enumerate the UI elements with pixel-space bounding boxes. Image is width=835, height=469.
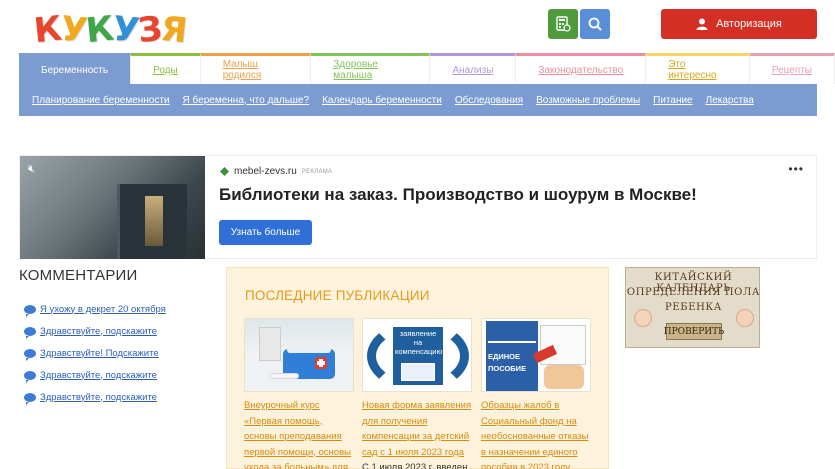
- speech-bubble-icon: [24, 370, 36, 383]
- tab-item[interactable]: Рецепты: [749, 53, 835, 84]
- publication-image-label: ЕДИНОЕ ПОСОБИЕ: [488, 352, 527, 373]
- publication-image[interactable]: [244, 318, 354, 392]
- ad-tag: РЕКЛАМА: [301, 168, 333, 175]
- comment-item[interactable]: Здравствуйте, подскажите: [24, 386, 166, 408]
- tab-item[interactable]: Анализы: [430, 53, 517, 84]
- ad-source[interactable]: mebel-zevs.ru РЕКЛАМА: [220, 166, 332, 177]
- subnav-link[interactable]: Питание: [653, 95, 692, 106]
- publication-excerpt: С 1 июля 2023 г. введен: [362, 462, 468, 469]
- baby-boy-icon: [634, 309, 652, 327]
- subnav-link[interactable]: Планирование беременности: [32, 95, 170, 106]
- check-button[interactable]: ПРОВЕРИТЬ: [664, 323, 724, 340]
- leaf-icon: [220, 167, 229, 176]
- main-tabs: Беременность Роды Малыш родился Здоровье ма…: [19, 53, 835, 84]
- tab-item[interactable]: Это интересно: [646, 53, 750, 84]
- speaker-muted-icon[interactable]: 🔇︎: [28, 163, 35, 176]
- login-button[interactable]: Авторизация: [661, 9, 817, 39]
- site-logo[interactable]: КУКУЗЯ: [31, 8, 189, 52]
- subnav-link[interactable]: Календарь беременности: [322, 95, 442, 106]
- logo-letter: У: [110, 8, 141, 52]
- more-dots-icon[interactable]: •••: [788, 162, 804, 176]
- comments-title: КОММЕНТАРИИ: [19, 267, 138, 284]
- subnav-link[interactable]: Лекарства: [706, 95, 754, 106]
- logo-letter: Я: [159, 8, 189, 52]
- speech-bubble-icon: [24, 304, 36, 317]
- calculator-button[interactable]: [548, 9, 578, 39]
- comment-link[interactable]: Здравствуйте, подскажите: [40, 370, 157, 381]
- subnav-link[interactable]: Возможные проблемы: [536, 95, 640, 106]
- publication-card[interactable]: ЕДИНОЕ ПОСОБИЕ Образцы жалоб в Социальны…: [481, 318, 593, 469]
- banner-line-2: ОПРЕДЕЛЕНИЯ ПОЛА: [626, 287, 761, 298]
- search-button[interactable]: [580, 9, 610, 39]
- calculator-icon: [556, 16, 571, 32]
- user-icon: [696, 18, 708, 30]
- comment-item[interactable]: Здравствуйте, подскажите: [24, 320, 166, 342]
- comment-link[interactable]: Здравствуйте, подскажите: [40, 392, 157, 403]
- speech-bubble-icon: [24, 348, 36, 361]
- comment-item[interactable]: Здравствуйте! Подскажите: [24, 342, 166, 364]
- publication-link[interactable]: Образцы жалоб в Социальный фонд на необо…: [481, 398, 593, 469]
- ad-domain: mebel-zevs.ru: [234, 166, 297, 177]
- ad-learn-more-button[interactable]: Узнать больше: [219, 220, 312, 245]
- publication-card[interactable]: заявление на компенсацию Новая форма зая…: [362, 318, 474, 469]
- tab-item[interactable]: Законодательство: [516, 53, 647, 84]
- tab-item[interactable]: Роды: [131, 53, 201, 84]
- ad-title[interactable]: Библиотеки на заказ. Производство и шоур…: [219, 185, 697, 205]
- logo-letter: У: [58, 8, 89, 52]
- ad-image[interactable]: 🔇︎: [20, 156, 205, 259]
- logo-letter: К: [31, 8, 63, 52]
- chinese-calendar-banner[interactable]: КИТАЙСКИЙ КАЛЕНДАРЬ ОПРЕДЕЛЕНИЯ ПОЛА РЕБ…: [625, 267, 760, 348]
- subnav-link[interactable]: Обследования: [455, 95, 523, 106]
- subnav-link[interactable]: Я беременна, что дальше?: [183, 95, 310, 106]
- search-icon: [588, 17, 602, 31]
- login-label: Авторизация: [716, 18, 782, 30]
- publication-link[interactable]: Внеурочный курс «Первая помощь, основы п…: [244, 398, 356, 469]
- comment-link[interactable]: Здравствуйте, подскажите: [40, 326, 157, 337]
- publications-title: ПОСЛЕДНИЕ ПУБЛИКАЦИИ: [245, 288, 430, 303]
- tab-item[interactable]: Малыш родился: [200, 53, 312, 84]
- logo-letter: К: [83, 8, 115, 52]
- baby-girl-icon: [736, 309, 754, 327]
- speech-bubble-icon: [24, 326, 36, 339]
- comment-item[interactable]: Здравствуйте, подскажите: [24, 364, 166, 386]
- publication-image[interactable]: ЕДИНОЕ ПОСОБИЕ: [481, 318, 591, 392]
- advertisement[interactable]: 🔇︎ mebel-zevs.ru РЕКЛАМА ••• Библиотеки …: [19, 155, 817, 259]
- tab-item[interactable]: Здоровье малыша: [311, 53, 431, 84]
- publication-image-label: заявление на компенсацию: [395, 329, 443, 356]
- comment-item[interactable]: Я ухожу в декрет 20 октября: [24, 298, 166, 320]
- tab-item[interactable]: Беременность: [19, 53, 132, 84]
- publication-image[interactable]: заявление на компенсацию: [362, 318, 472, 392]
- sub-navigation: Планирование беременности Я беременна, чт…: [19, 84, 817, 116]
- comments-list: Я ухожу в декрет 20 октября Здравствуйте,…: [24, 298, 166, 408]
- speech-bubble-icon: [24, 392, 36, 405]
- ad-image-light: [145, 196, 163, 246]
- comment-link[interactable]: Здравствуйте! Подскажите: [40, 348, 159, 359]
- publication-card[interactable]: Внеурочный курс «Первая помощь, основы п…: [244, 318, 356, 469]
- latest-publications: ПОСЛЕДНИЕ ПУБЛИКАЦИИ Внеурочный курс «Пе…: [226, 267, 609, 469]
- publication-link[interactable]: Новая форма заявления для получения комп…: [362, 398, 474, 460]
- comment-link[interactable]: Я ухожу в декрет 20 октября: [40, 304, 166, 315]
